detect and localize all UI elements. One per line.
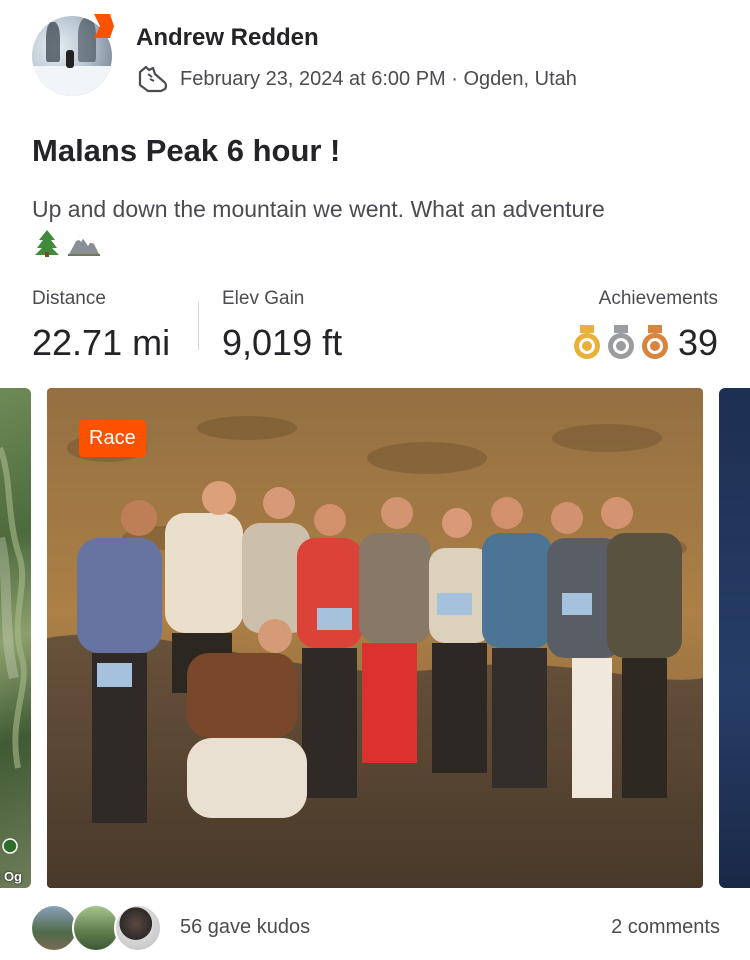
avatar-tree: [46, 22, 60, 62]
stat-label: Elev Gain: [222, 288, 305, 309]
activity-description: Up and down the mountain we went. What a…: [32, 196, 605, 222]
gold-medal-icon: [573, 325, 600, 359]
achievements-row: 39: [572, 322, 718, 364]
kudos-avatar: [30, 904, 78, 952]
subscriber-badge-icon: [94, 14, 114, 38]
stat-achievements[interactable]: Achievements 39: [572, 288, 718, 364]
stat-label: Achievements: [598, 288, 718, 309]
activity-footer: 56 gave kudos 2 comments: [30, 902, 720, 954]
kudos-avatar: [114, 904, 162, 952]
stat-value: 22.71 mi: [32, 322, 171, 363]
snow-capped-mountain-icon: [68, 234, 100, 256]
stat-value: 9,019 ft: [222, 322, 343, 363]
race-tag: Race: [79, 420, 146, 457]
map-place-label: t Og: [0, 869, 22, 884]
photo-image: [47, 388, 703, 888]
achievements-count: 39: [677, 322, 718, 363]
description-emojis: [32, 228, 102, 258]
kudos-avatars[interactable]: [30, 904, 162, 952]
route-map-card[interactable]: t Og: [0, 388, 31, 888]
activity-stats: Distance 22.71 mi Elev Gain 9,019 ft Ach…: [32, 288, 718, 368]
next-media-card[interactable]: [719, 388, 750, 888]
kudos-avatar: [72, 904, 120, 952]
run-shoe-icon: [138, 65, 168, 93]
stat-label: Distance: [32, 288, 106, 309]
map-terrain: [0, 446, 27, 854]
stat-distance: Distance 22.71 mi: [32, 288, 170, 364]
activity-header: Andrew Redden February 23, 2024 at 6:00 …: [32, 14, 722, 98]
comments-count[interactable]: 2 comments: [611, 916, 720, 939]
avatar-snow: [32, 66, 112, 96]
activity-meta: February 23, 2024 at 6:00 PM · Ogden, Ut…: [136, 64, 577, 94]
stat-elevation: Elev Gain 9,019 ft: [222, 288, 342, 364]
activity-date-location: February 23, 2024 at 6:00 PM · Ogden, Ut…: [180, 67, 577, 90]
bronze-medal-icon: [641, 325, 668, 359]
race-group-photo[interactable]: Race: [47, 388, 703, 888]
kudos-count[interactable]: 56 gave kudos: [180, 916, 310, 939]
media-carousel[interactable]: t Og: [0, 388, 750, 888]
avatar-person: [66, 50, 74, 68]
silver-medal-icon: [607, 325, 634, 359]
stat-divider: [198, 302, 199, 350]
activity-title[interactable]: Malans Peak 6 hour !: [32, 133, 340, 169]
athlete-name[interactable]: Andrew Redden: [136, 24, 319, 52]
evergreen-tree-icon: [35, 230, 59, 257]
